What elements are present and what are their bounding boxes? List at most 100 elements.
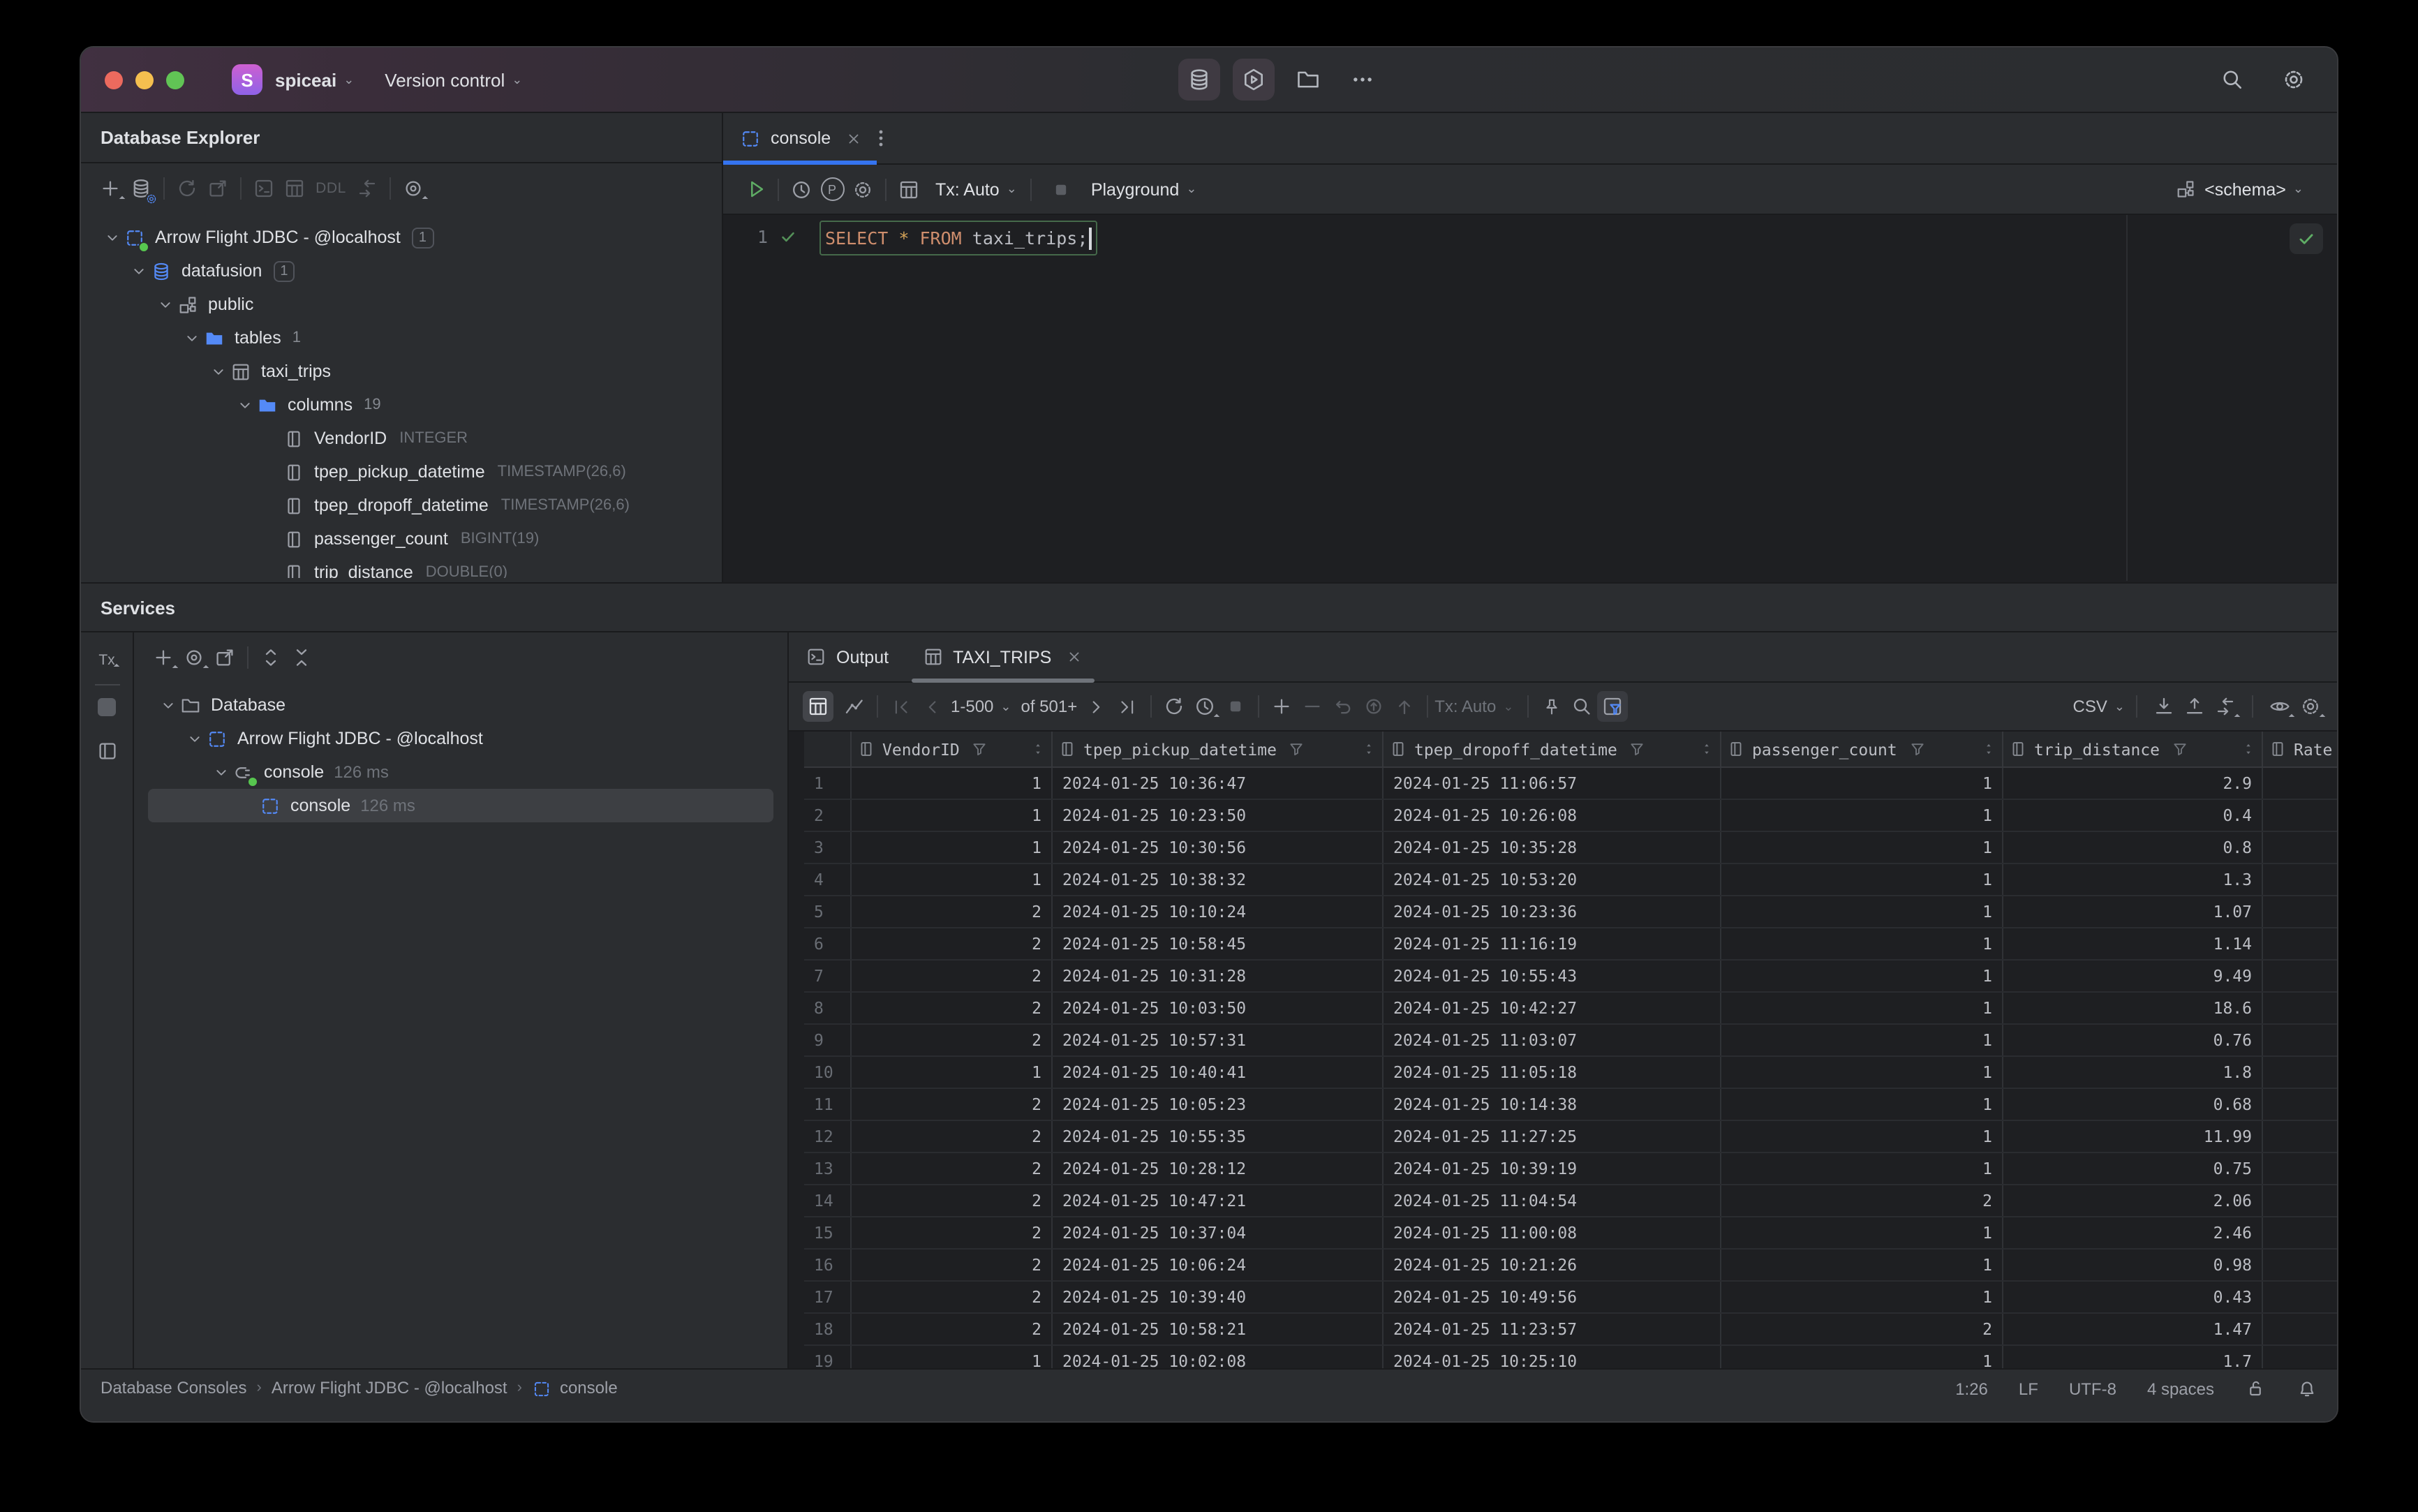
import-data-button[interactable]	[2179, 691, 2210, 722]
chevron-down-icon[interactable]	[154, 293, 176, 316]
row-number[interactable]: 15	[804, 1217, 852, 1248]
row-number[interactable]: 11	[804, 1089, 852, 1120]
chart-view-button[interactable]	[839, 691, 870, 722]
table-cell[interactable]: 2024-01-25 10:39:40	[1053, 1282, 1384, 1312]
table-cell[interactable]: 2024-01-25 10:55:35	[1053, 1121, 1384, 1152]
pin-tab-button[interactable]	[1536, 691, 1566, 722]
push-changes-button[interactable]	[1388, 691, 1419, 722]
chevron-down-icon[interactable]	[207, 360, 229, 383]
table-cell[interactable]: 1	[1721, 832, 2003, 863]
sql-statement[interactable]: SELECT * FROM taxi_trips;	[819, 221, 1097, 255]
table-cell[interactable]: 2	[852, 928, 1053, 959]
table-cell[interactable]: 2024-01-25 10:21:26	[1384, 1250, 1721, 1280]
tree-item-columns[interactable]: columns 19	[81, 388, 722, 422]
table-cell[interactable]: 2024-01-25 10:35:28	[1384, 832, 1721, 863]
session-select[interactable]: Playground ⌄	[1091, 179, 1197, 199]
table-cell[interactable]	[2263, 1089, 2337, 1120]
table-cell[interactable]: 1	[1721, 1057, 2003, 1088]
table-cell[interactable]: 2024-01-25 10:47:21	[1053, 1185, 1384, 1216]
table-cell[interactable]	[2263, 1185, 2337, 1216]
table-cell[interactable]: 1	[1721, 1025, 2003, 1055]
table-cell[interactable]: 2024-01-25 10:26:08	[1384, 800, 1721, 831]
compare-data-button[interactable]	[2210, 691, 2241, 722]
table-row[interactable]: 1 1 2024-01-25 10:36:47 2024-01-25 11:06:57…	[804, 768, 2337, 800]
table-cell[interactable]: 2024-01-25 10:58:21	[1053, 1314, 1384, 1344]
row-number[interactable]: 5	[804, 896, 852, 927]
table-cell[interactable]: 2	[852, 961, 1053, 991]
tab-console[interactable]: console	[723, 113, 877, 165]
table-cell[interactable]: 1	[852, 800, 1053, 831]
table-cell[interactable]: 2024-01-25 10:28:12	[1053, 1153, 1384, 1184]
table-cell[interactable]: 2024-01-25 11:03:07	[1384, 1025, 1721, 1055]
table-row[interactable]: 4 1 2024-01-25 10:38:32 2024-01-25 10:53:20…	[804, 864, 2337, 896]
table-cell[interactable]	[2263, 768, 2337, 799]
table-cell[interactable]: 1	[1721, 800, 2003, 831]
stop-button[interactable]	[1046, 174, 1077, 205]
column-header-rate[interactable]: Rate	[2263, 732, 2337, 766]
first-page-button[interactable]	[885, 691, 916, 722]
table-cell[interactable]: 2	[1721, 1185, 2003, 1216]
table-row[interactable]: 19 1 2024-01-25 10:02:08 2024-01-25 10:25:1…	[804, 1346, 2337, 1368]
table-cell[interactable]	[2263, 1217, 2337, 1248]
console-settings-button[interactable]	[847, 174, 878, 205]
table-cell[interactable]: 1	[1721, 1121, 2003, 1152]
table-cell[interactable]: 2024-01-25 10:03:50	[1053, 993, 1384, 1023]
table-cell[interactable]: 2.06	[2003, 1185, 2263, 1216]
table-cell[interactable]: 2024-01-25 10:05:23	[1053, 1089, 1384, 1120]
table-row[interactable]: 5 2 2024-01-25 10:10:24 2024-01-25 10:23:36…	[804, 896, 2337, 928]
table-cell[interactable]: 1	[852, 1346, 1053, 1368]
table-cell[interactable]: 1.14	[2003, 928, 2263, 959]
project-menu[interactable]: spiceai ⌄	[275, 69, 354, 90]
table-cell[interactable]: 1.07	[2003, 896, 2263, 927]
inspections-ok-widget[interactable]	[2290, 223, 2323, 254]
row-number[interactable]: 4	[804, 864, 852, 895]
filter-panel-button[interactable]	[1597, 691, 1629, 722]
table-cell[interactable]: 2	[852, 1282, 1053, 1312]
table-cell[interactable]: 2024-01-25 11:00:08	[1384, 1217, 1721, 1248]
table-row[interactable]: 6 2 2024-01-25 10:58:45 2024-01-25 11:16:19…	[804, 928, 2337, 961]
project-files-button[interactable]	[1287, 59, 1329, 101]
table-cell[interactable]: 2024-01-25 10:06:24	[1053, 1250, 1384, 1280]
schema-select[interactable]: <schema> ⌄	[2175, 179, 2304, 200]
tree-item-console[interactable]: console 126 ms	[148, 789, 773, 822]
table-cell[interactable]: 2024-01-25 11:23:57	[1384, 1314, 1721, 1344]
caret-position-widget[interactable]: 1:26	[1955, 1379, 1988, 1398]
close-icon[interactable]	[845, 129, 863, 147]
add-row-button[interactable]	[1266, 691, 1296, 722]
editor-content[interactable]: 1 SELECT * FROM taxi_trips;	[723, 215, 2337, 581]
more-toolbar-button[interactable]	[1342, 59, 1384, 101]
table-cell[interactable]: 2	[852, 1314, 1053, 1344]
table-cell[interactable]: 1	[1721, 928, 2003, 959]
last-page-button[interactable]	[1112, 691, 1143, 722]
table-row[interactable]: 8 2 2024-01-25 10:03:50 2024-01-25 10:42:27…	[804, 993, 2337, 1025]
table-cell[interactable]: 11.99	[2003, 1121, 2263, 1152]
tx-strip-button[interactable]: Tx	[93, 649, 120, 672]
filter-funnel-icon[interactable]	[971, 740, 989, 758]
run-configurations-button[interactable]	[1233, 59, 1275, 101]
table-cell[interactable]: 2024-01-25 10:23:50	[1053, 800, 1384, 831]
table-row[interactable]: 15 2 2024-01-25 10:37:04 2024-01-25 11:00:0…	[804, 1217, 2337, 1250]
column-header-passenger_count[interactable]: passenger_count	[1721, 732, 2003, 766]
table-cell[interactable]: 1	[1721, 1217, 2003, 1248]
table-cell[interactable]: 2.46	[2003, 1217, 2263, 1248]
table-cell[interactable]: 1	[1721, 961, 2003, 991]
tree-item-arrow-flight-jdbc-localhost[interactable]: Arrow Flight JDBC - @localhost 1	[81, 221, 722, 254]
breadcrumb-item[interactable]: Database Consoles	[101, 1378, 246, 1398]
sort-icon[interactable]	[2241, 741, 2256, 757]
table-cell[interactable]	[2263, 864, 2337, 895]
export-format-select[interactable]: CSV ⌄	[2069, 697, 2125, 716]
tree-item-tpep-pickup-datetime[interactable]: tpep_pickup_datetime TIMESTAMP(26,6)	[81, 455, 722, 489]
table-cell[interactable]: 1	[1721, 768, 2003, 799]
table-row[interactable]: 10 1 2024-01-25 10:40:41 2024-01-25 11:05:1…	[804, 1057, 2337, 1089]
line-ending-widget[interactable]: LF	[2019, 1379, 2038, 1398]
sort-icon[interactable]	[1030, 741, 1046, 757]
row-number[interactable]: 1	[804, 768, 852, 799]
tab-output[interactable]: Output	[789, 632, 905, 681]
table-cell[interactable]: 2	[852, 1217, 1053, 1248]
table-cell[interactable]	[2263, 928, 2337, 959]
table-row[interactable]: 16 2 2024-01-25 10:06:24 2024-01-25 10:21:2…	[804, 1250, 2337, 1282]
chevron-down-icon[interactable]	[209, 761, 232, 783]
open-each-in-new-tab-button[interactable]	[209, 642, 240, 673]
table-cell[interactable]: 2024-01-25 10:53:20	[1384, 864, 1721, 895]
table-cell[interactable]: 2024-01-25 10:36:47	[1053, 768, 1384, 799]
